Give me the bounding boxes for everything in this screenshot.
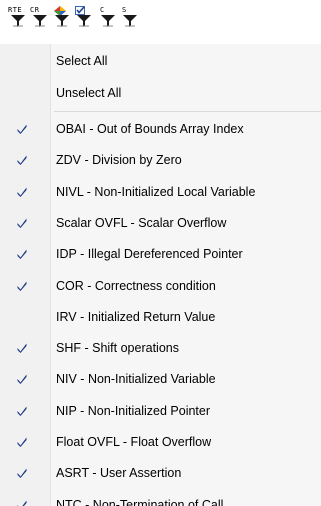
rte-filter-label: RTE xyxy=(8,6,23,14)
checkmark-icon xyxy=(17,406,27,416)
check-menu-item-label: NTC - Non-Termination of Call xyxy=(56,497,224,506)
checkmark-icon xyxy=(17,281,27,291)
check-menu-item-label: COR - Correctness condition xyxy=(56,278,216,293)
check-menu-item[interactable]: COR - Correctness condition xyxy=(0,273,321,303)
checkmark-icon xyxy=(17,249,27,260)
check-menu-item-label: Scalar OVFL - Scalar Overflow xyxy=(56,215,227,230)
check-menu-item-label: ASRT - User Assertion xyxy=(56,466,182,481)
funnel-icon xyxy=(77,15,91,27)
check-menu-item-label: NIVL - Non-Initialized Local Variable xyxy=(56,184,256,199)
check-menu-item-label: IDP - Illegal Dereferenced Pointer xyxy=(56,247,243,262)
checkmark-icon xyxy=(17,374,27,385)
check-menu-item-label: NIP - Non-Initialized Pointer xyxy=(56,403,211,418)
check-menu-item[interactable]: NTC - Non-Termination of Call xyxy=(0,492,321,506)
checkmark-icon xyxy=(17,500,27,506)
cr-filter-label: CR xyxy=(30,6,40,14)
funnel-icon xyxy=(123,15,137,27)
check-menu-item-label: ZDV - Division by Zero xyxy=(56,153,182,168)
check-menu-item-label: Float OVFL - Float Overflow xyxy=(56,435,212,449)
checked-filter-button[interactable] xyxy=(70,6,96,32)
check-menu-item[interactable]: NIV - Non-Initialized Variable xyxy=(0,366,321,396)
menu-separator xyxy=(54,111,321,112)
checkmark-icon xyxy=(17,468,27,479)
checkmark-icon xyxy=(17,437,27,447)
check-menu-item[interactable]: OBAI - Out of Bounds Array Index xyxy=(0,116,321,146)
check-menu-item-label: IRV - Initialized Return Value xyxy=(56,309,216,324)
check-menu-item[interactable]: NIVL - Non-Initialized Local Variable xyxy=(0,179,321,209)
checkmark-icon xyxy=(17,343,27,354)
filter-toolbar: RTE CR C S xyxy=(0,0,321,44)
check-menu-item[interactable]: SHF - Shift operations xyxy=(0,335,321,365)
checkmark-icon xyxy=(17,124,27,134)
funnel-icon xyxy=(11,15,25,27)
select-all-label: Select All xyxy=(56,54,108,68)
funnel-icon xyxy=(33,15,47,27)
check-menu-item[interactable]: ASRT - User Assertion xyxy=(0,460,321,490)
checkmark-icon xyxy=(17,218,27,228)
checkmark-icon xyxy=(17,187,27,197)
check-menu-item[interactable]: NIP - Non-Initialized Pointer xyxy=(0,398,321,428)
check-menu-item-label: SHF - Shift operations xyxy=(56,341,179,356)
s-filter-button[interactable]: S xyxy=(116,6,142,32)
check-menu-item[interactable]: Scalar OVFL - Scalar Overflow xyxy=(0,210,321,240)
select-all-item[interactable]: Select All xyxy=(0,48,321,78)
funnel-icon xyxy=(101,15,115,27)
check-menu-item[interactable]: IDP - Illegal Dereferenced Pointer xyxy=(0,241,321,271)
checkmark-icon xyxy=(17,155,27,166)
unselect-all-item[interactable]: Unselect All xyxy=(0,80,321,110)
unselect-all-label: Unselect All xyxy=(56,86,122,100)
check-menu-item-label: OBAI - Out of Bounds Array Index xyxy=(56,122,244,136)
check-menu-item[interactable]: IRV - Initialized Return Value xyxy=(0,304,321,334)
funnel-icon xyxy=(55,15,69,27)
c-filter-label: C xyxy=(100,6,105,14)
check-menu-item[interactable]: Float OVFL - Float Overflow xyxy=(0,429,321,459)
check-menu-item-label: NIV - Non-Initialized Variable xyxy=(56,372,216,387)
check-menu-item[interactable]: ZDV - Division by Zero xyxy=(0,147,321,177)
s-filter-label: S xyxy=(122,6,127,14)
